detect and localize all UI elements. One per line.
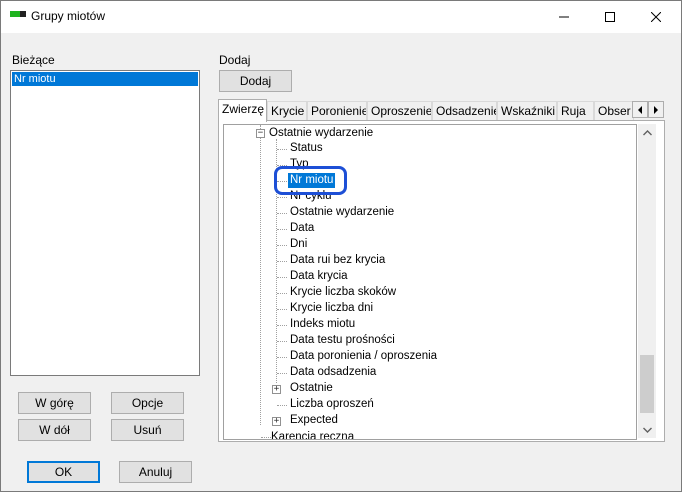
- current-label: Bieżące: [12, 53, 55, 67]
- tab-page-zwierze: − Ostatnie wydarzenie Status Typ Nr miot…: [218, 120, 665, 442]
- tree-item[interactable]: Data krycia: [290, 269, 348, 284]
- tab-obser[interactable]: Obser: [594, 101, 634, 121]
- tree-connector: [277, 309, 287, 310]
- move-up-button[interactable]: W górę: [18, 392, 91, 414]
- chevron-down-icon: [642, 427, 652, 433]
- tree-item[interactable]: Krycie liczba dni: [290, 301, 373, 316]
- tree-item[interactable]: Ostatnie: [290, 381, 333, 396]
- maximize-button[interactable]: [587, 1, 633, 33]
- collapse-icon[interactable]: −: [256, 129, 265, 138]
- highlight-ring: [274, 166, 347, 195]
- tree-connector: [277, 197, 287, 198]
- tree-connector: [277, 261, 287, 262]
- tree-item[interactable]: Data odsadzenia: [290, 365, 376, 380]
- chevron-up-icon: [642, 129, 652, 135]
- tree-connector: [261, 437, 271, 438]
- add-button[interactable]: Dodaj: [219, 70, 292, 92]
- list-item[interactable]: Nr miotu: [12, 72, 198, 86]
- tree-item[interactable]: Liczba oproszeń: [290, 397, 374, 412]
- tab-ruja[interactable]: Ruja: [557, 101, 594, 121]
- tree-connector: [277, 341, 287, 342]
- tab-odsadzenie[interactable]: Odsadzenie: [432, 101, 497, 121]
- tree-item[interactable]: Data poronienia / oproszenia: [290, 349, 437, 364]
- expand-icon[interactable]: +: [272, 385, 281, 394]
- tree-item[interactable]: Ostatnie wydarzenie: [290, 205, 394, 220]
- ok-button[interactable]: OK: [27, 461, 100, 483]
- tree-connector: [277, 357, 287, 358]
- maximize-icon: [605, 12, 615, 22]
- tree-item[interactable]: Data rui bez krycia: [290, 253, 385, 268]
- tab-wskazniki[interactable]: Wskaźniki: [497, 101, 557, 121]
- field-tree[interactable]: − Ostatnie wydarzenie Status Typ Nr miot…: [223, 124, 637, 440]
- current-list[interactable]: Nr miotu: [10, 70, 200, 376]
- close-icon: [651, 12, 661, 22]
- tree-connector: [277, 277, 287, 278]
- close-button[interactable]: [633, 1, 679, 33]
- expand-icon[interactable]: +: [272, 417, 281, 426]
- scroll-down-button[interactable]: [638, 421, 656, 438]
- tree-connector: [277, 213, 287, 214]
- tree-vertical-scrollbar[interactable]: [638, 124, 656, 438]
- tree-item[interactable]: Indeks miotu: [290, 317, 355, 332]
- tree-item[interactable]: Dni: [290, 237, 307, 252]
- tree-item[interactable]: Data testu prośności: [290, 333, 395, 348]
- title-bar: Grupy miotów: [1, 1, 681, 33]
- chevron-right-icon: [654, 105, 658, 114]
- tab-zwierze[interactable]: Zwierzę: [218, 99, 267, 122]
- scroll-thumb[interactable]: [640, 355, 654, 413]
- tree-connector: [277, 405, 287, 406]
- tab-poronienie[interactable]: Poronienie: [307, 101, 367, 121]
- tab-scroll-right-button[interactable]: [648, 101, 664, 118]
- options-button[interactable]: Opcje: [111, 392, 184, 414]
- tab-krycie[interactable]: Krycie: [267, 101, 307, 121]
- tree-connector: [277, 229, 287, 230]
- tab-scroll: [632, 101, 664, 118]
- tree-connector: [260, 125, 261, 425]
- tree-connector: [277, 325, 287, 326]
- tree-item[interactable]: Status: [290, 141, 323, 156]
- chevron-left-icon: [638, 105, 642, 114]
- tree-item[interactable]: Krycie liczba skoków: [290, 285, 396, 300]
- tab-oproszenie[interactable]: Oproszenie: [367, 101, 432, 121]
- tab-scroll-left-button[interactable]: [632, 101, 648, 118]
- minimize-icon: [559, 16, 569, 18]
- tree-connector: [277, 149, 287, 150]
- add-label: Dodaj: [219, 53, 251, 67]
- tree-item[interactable]: Karencja reczna: [271, 430, 354, 439]
- dialog-window: Grupy miotów Bieżące Nr miotu W górę Opc…: [0, 0, 682, 492]
- minimize-button[interactable]: [541, 1, 587, 33]
- move-down-button[interactable]: W dół: [18, 419, 91, 441]
- tree-item[interactable]: Data: [290, 221, 314, 236]
- tab-control: Zwierzę Krycie Poronienie Oproszenie Ods…: [218, 99, 665, 442]
- remove-button[interactable]: Usuń: [111, 419, 184, 441]
- scroll-up-button[interactable]: [638, 124, 656, 141]
- tree-connector: [277, 373, 287, 374]
- tree-connector: [277, 245, 287, 246]
- tree-item[interactable]: Expected: [290, 413, 338, 428]
- window-title: Grupy miotów: [31, 9, 106, 23]
- cancel-button[interactable]: Anuluj: [119, 461, 192, 483]
- tree-connector: [277, 293, 287, 294]
- tree-item[interactable]: Ostatnie wydarzenie: [269, 126, 373, 141]
- app-logo-icon: [10, 11, 26, 17]
